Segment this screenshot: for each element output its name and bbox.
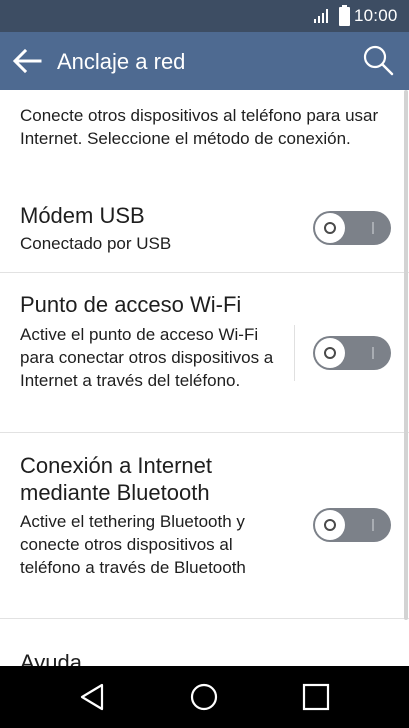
- nav-home-button[interactable]: [187, 680, 221, 714]
- description-text: Conecte otros dispositivos al teléfono p…: [20, 106, 379, 148]
- wifi-hotspot-toggle[interactable]: [313, 336, 391, 370]
- toggle-tick: [372, 347, 374, 359]
- wifi-hotspot-item[interactable]: Punto de acceso Wi-Fi Active el punto de…: [0, 273, 409, 432]
- back-button[interactable]: [10, 45, 44, 77]
- navigation-bar: [0, 666, 409, 728]
- usb-modem-item[interactable]: Módem USB Conectado por USB: [0, 190, 409, 272]
- bluetooth-tethering-title: Conexión a Internet mediante Bluetooth: [20, 453, 213, 505]
- toggle-knob: [315, 338, 345, 368]
- back-triangle-icon: [80, 683, 104, 711]
- vertical-divider: [294, 325, 295, 381]
- home-circle-icon: [190, 683, 218, 711]
- page-title: Anclaje a red: [57, 49, 186, 74]
- search-button[interactable]: [360, 43, 396, 79]
- toggle-knob: [315, 510, 345, 540]
- bluetooth-tethering-subtitle: Active el tethering Bluetooth y conecte …: [20, 512, 246, 577]
- search-icon: [363, 45, 394, 76]
- app-bar: Anclaje a red: [0, 32, 409, 90]
- usb-modem-title: Módem USB: [20, 203, 145, 228]
- wifi-hotspot-title: Punto de acceso Wi-Fi: [20, 292, 242, 317]
- toggle-tick: [372, 222, 374, 234]
- bluetooth-tethering-toggle[interactable]: [313, 508, 391, 542]
- battery-icon: [339, 5, 350, 26]
- toggle-tick: [372, 519, 374, 531]
- screen: 10:00 Anclaje a red Conecte otros dispos…: [0, 0, 409, 728]
- usb-modem-subtitle: Conectado por USB: [20, 234, 172, 253]
- status-time: 10:00: [354, 6, 398, 25]
- help-title: Ayuda: [20, 650, 82, 666]
- arrow-left-icon: [12, 48, 42, 74]
- recents-square-icon: [302, 683, 330, 711]
- help-item[interactable]: Ayuda: [0, 619, 409, 666]
- settings-list: Conecte otros dispositivos al teléfono p…: [0, 90, 409, 666]
- scrollbar[interactable]: [404, 90, 408, 620]
- toggle-knob: [315, 213, 345, 243]
- nav-back-button[interactable]: [75, 680, 109, 714]
- usb-modem-toggle[interactable]: [313, 211, 391, 245]
- wifi-hotspot-subtitle: Active el punto de acceso Wi-Fi para con…: [20, 325, 274, 390]
- status-bar: 10:00: [0, 0, 409, 32]
- signal-icon: [314, 9, 328, 23]
- bluetooth-tethering-item[interactable]: Conexión a Internet mediante Bluetooth A…: [0, 433, 409, 618]
- nav-recents-button[interactable]: [299, 680, 333, 714]
